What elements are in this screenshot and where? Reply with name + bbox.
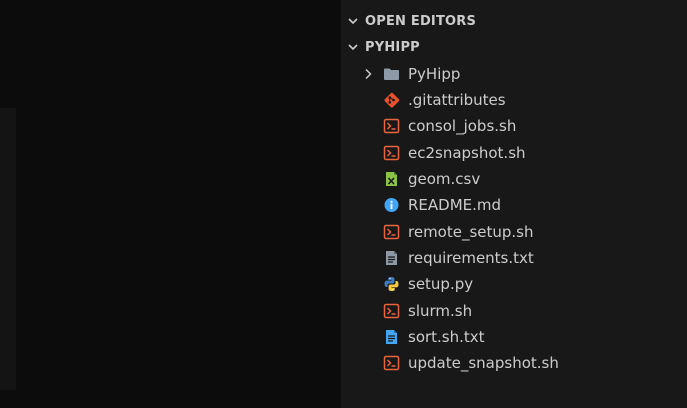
tree-item-ec2snapshot[interactable]: ec2snapshot.sh — [341, 140, 687, 166]
tree-item-requirements[interactable]: requirements.txt — [341, 245, 687, 271]
tree-item-label: consol_jobs.sh — [408, 117, 517, 135]
tree-item-geom-csv[interactable]: geom.csv — [341, 166, 687, 192]
folder-icon — [383, 66, 400, 82]
chevron-down-icon — [341, 15, 365, 27]
tree-item-label: README.md — [408, 196, 502, 214]
git-icon — [383, 92, 400, 108]
open-editors-header[interactable]: OPEN EDITORS — [341, 8, 687, 34]
tree-item-label: update_snapshot.sh — [408, 354, 559, 372]
python-icon — [383, 276, 400, 292]
tree-item-label: sort.sh.txt — [408, 328, 485, 346]
project-label: PYHIPP — [365, 39, 420, 55]
tree-item-label: geom.csv — [408, 170, 481, 188]
tree-item-setup-py[interactable]: setup.py — [341, 271, 687, 297]
shell-icon — [383, 224, 400, 240]
tree-item-pyhipp-folder[interactable]: PyHipp — [341, 61, 687, 87]
shell-icon — [383, 355, 400, 371]
shell-icon — [383, 145, 400, 161]
tree-item-consol-jobs[interactable]: consol_jobs.sh — [341, 113, 687, 139]
info-icon — [383, 197, 400, 213]
text-file-icon — [383, 250, 400, 266]
tree-item-label: ec2snapshot.sh — [408, 144, 526, 162]
tree-item-readme[interactable]: README.md — [341, 192, 687, 218]
editor-gutter — [0, 108, 16, 390]
csv-icon — [383, 171, 400, 187]
tree-item-update-snapshot[interactable]: update_snapshot.sh — [341, 350, 687, 376]
text-doc-icon — [383, 329, 400, 345]
tree-item-remote-setup[interactable]: remote_setup.sh — [341, 219, 687, 245]
tree-item-label: setup.py — [408, 275, 474, 293]
chevron-down-icon — [341, 41, 365, 53]
tree-item-label: slurm.sh — [408, 302, 473, 320]
tree-item-label: requirements.txt — [408, 249, 534, 267]
tree-item-gitattributes[interactable]: .gitattributes — [341, 87, 687, 113]
chevron-right-icon — [361, 67, 375, 81]
open-editors-label: OPEN EDITORS — [365, 13, 477, 29]
explorer-panel: OPEN EDITORS PYHIPP PyHipp .gitattribute… — [341, 0, 687, 408]
tree-item-slurm[interactable]: slurm.sh — [341, 298, 687, 324]
editor-area — [0, 0, 341, 408]
tree-item-sort-txt[interactable]: sort.sh.txt — [341, 324, 687, 350]
shell-icon — [383, 303, 400, 319]
tree-item-label: remote_setup.sh — [408, 223, 534, 241]
project-header[interactable]: PYHIPP — [341, 34, 687, 60]
shell-icon — [383, 118, 400, 134]
tree-item-label: .gitattributes — [408, 91, 506, 109]
tree-item-label: PyHipp — [408, 65, 461, 83]
